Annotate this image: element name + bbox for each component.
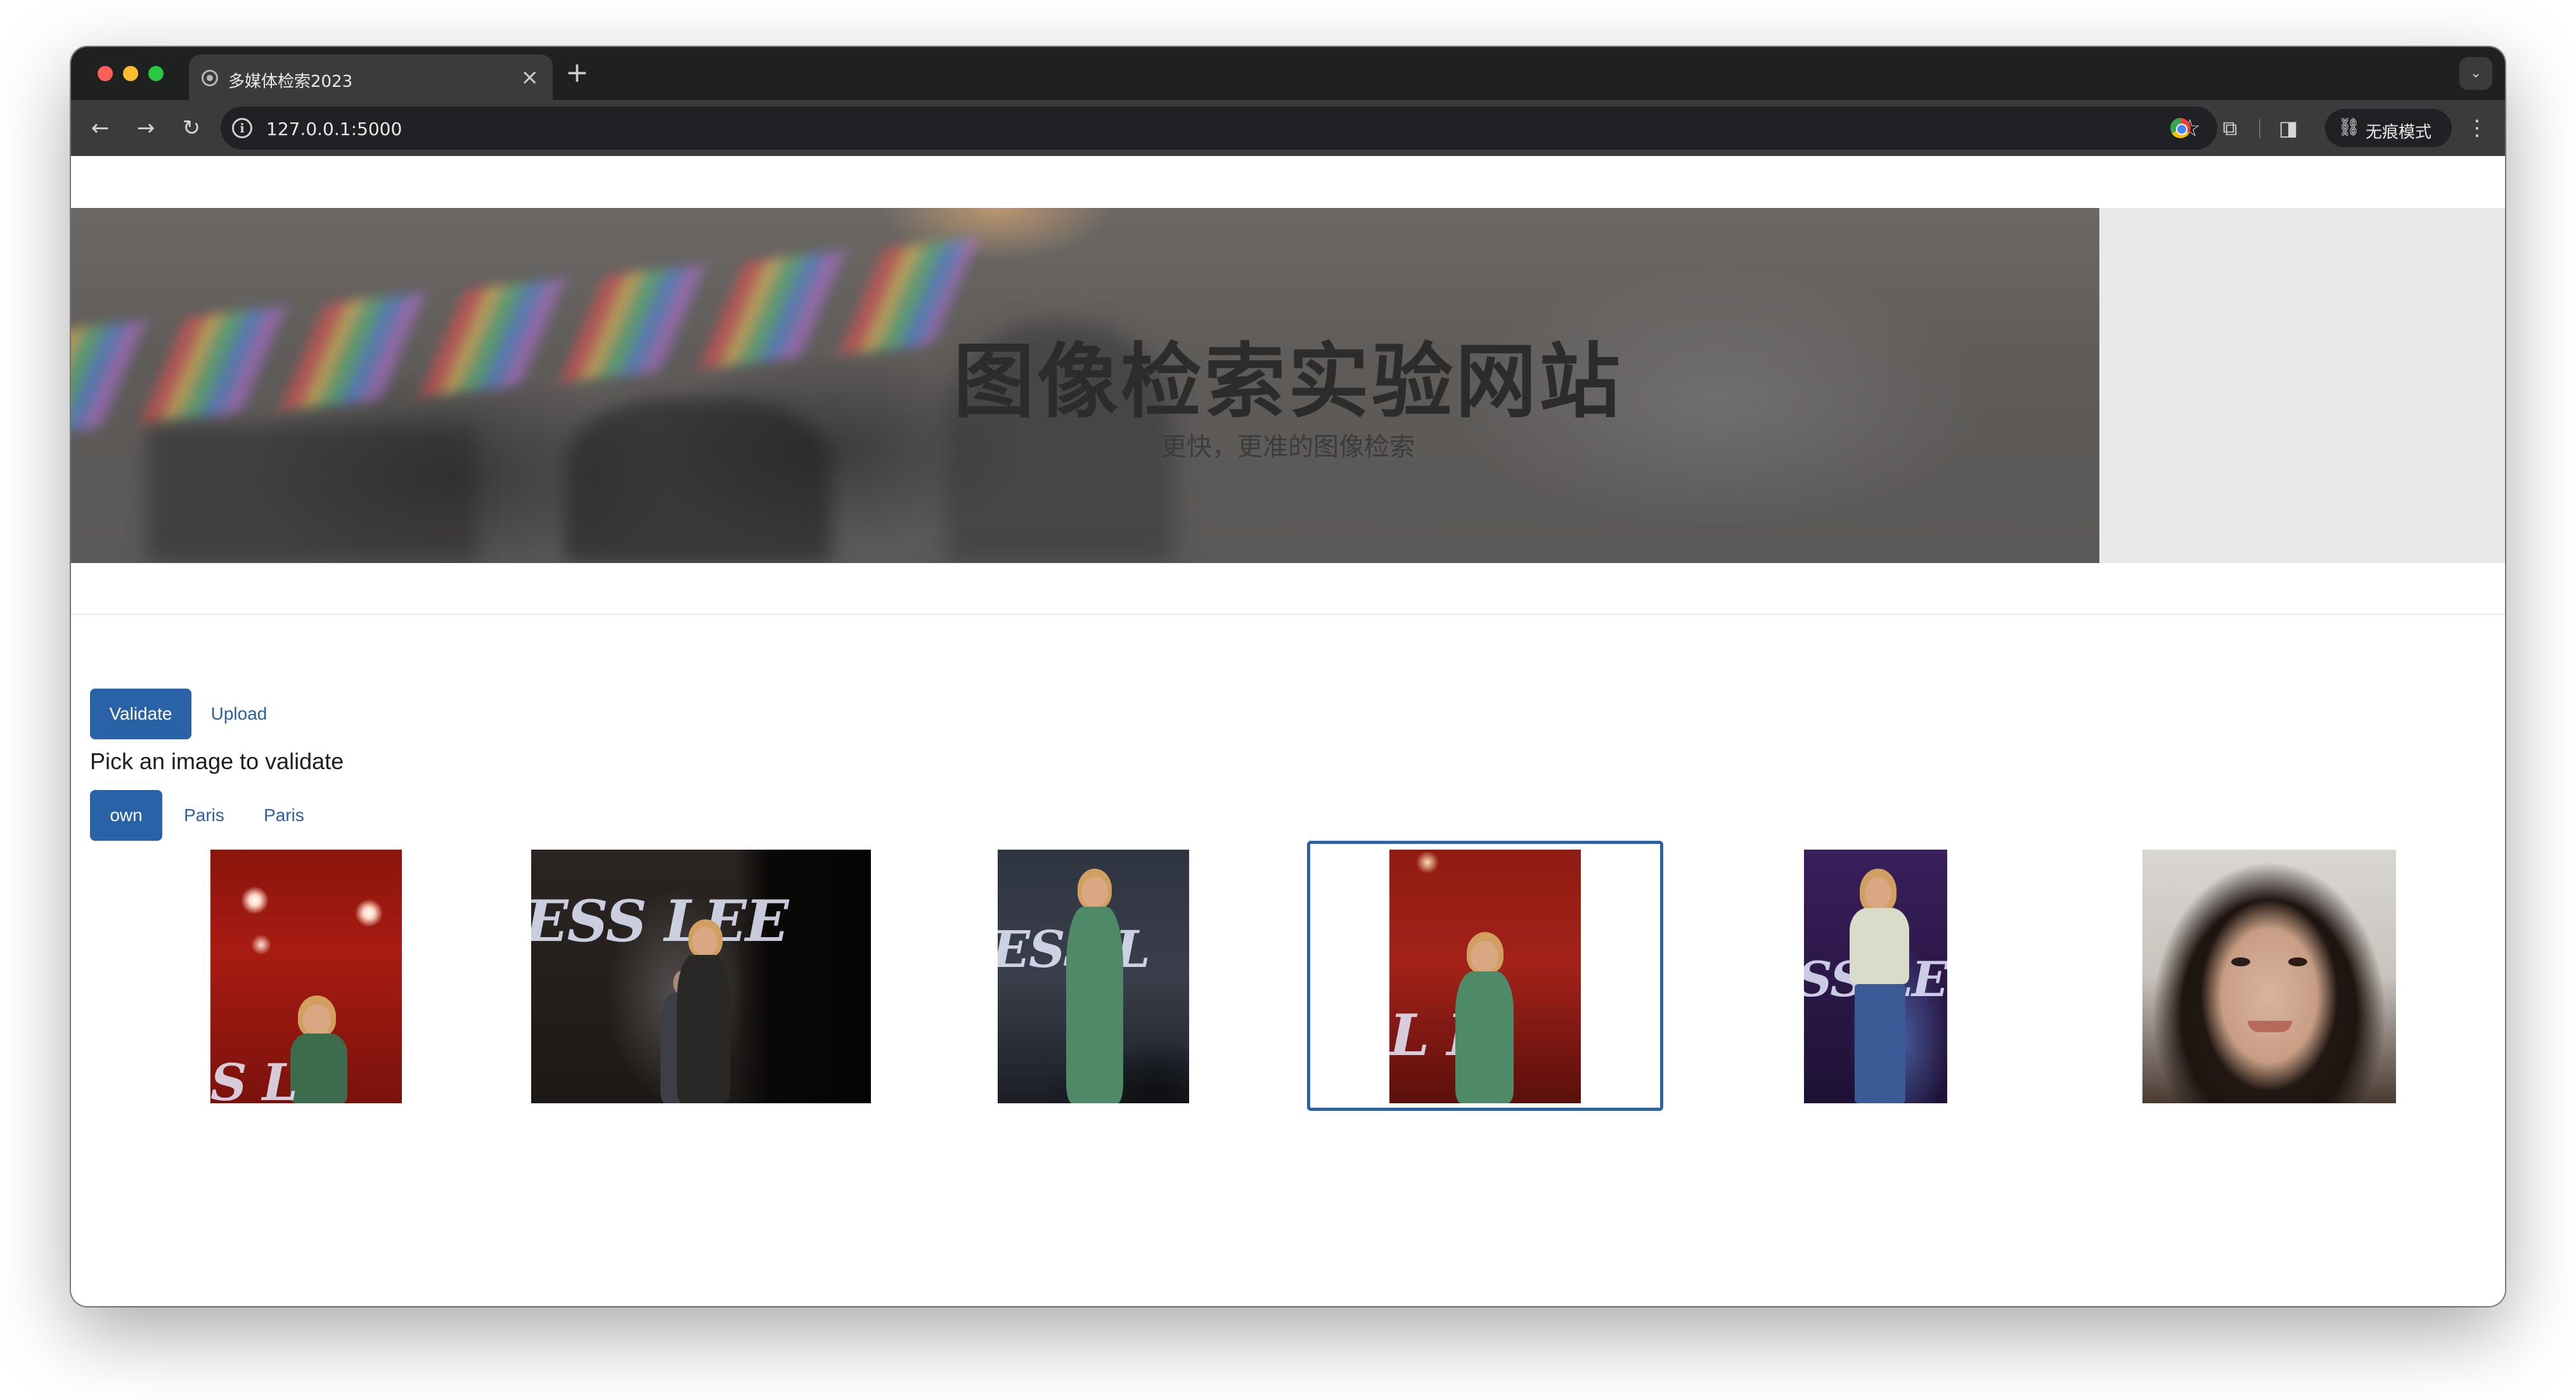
globe-icon (202, 70, 218, 86)
side-panel-icon[interactable]: ◨ (2274, 114, 2302, 142)
close-window-icon[interactable] (98, 66, 113, 81)
singer-figure (1845, 869, 1914, 1103)
image-thumbnail[interactable]: S L (210, 850, 402, 1103)
image-thumbnail-selected[interactable]: L L (1389, 850, 1581, 1103)
reload-icon[interactable]: ↻ (175, 112, 208, 145)
new-tab-icon[interactable]: + (565, 57, 589, 89)
toolbar-divider (2259, 119, 2260, 138)
site-info-icon[interactable]: i (232, 118, 252, 138)
image-thumbnail[interactable]: ESS L (998, 850, 1189, 1103)
kebab-menu-icon[interactable]: ⋮ (2464, 112, 2490, 145)
singer-figure (1446, 932, 1523, 1103)
hero-text: 图像检索实验网站 更快，更准的图像检索 (71, 208, 2505, 563)
hero-banner: 图像检索实验网站 更快，更准的图像检索 (71, 208, 2505, 563)
neon-sign-fragment: ESS LEE (531, 888, 789, 955)
hero-subtitle: 更快，更准的图像检索 (1161, 432, 1415, 462)
forward-arrow-icon[interactable]: → (129, 112, 162, 145)
chrome-labs-icon[interactable] (2170, 118, 2191, 138)
singer-figure (671, 919, 734, 1103)
browser-tab-active[interactable]: 多媒体检索2023 × (189, 55, 553, 100)
section-divider (71, 614, 2505, 615)
browser-toolbar: ← → ↻ i 127.0.0.1:5000 ☆ ⧉ ◨ ⛓ 无痕模式 ⋮ (71, 100, 2505, 156)
puzzle-icon[interactable]: ⧉ (2216, 114, 2244, 142)
url-text[interactable]: 127.0.0.1:5000 (266, 119, 402, 139)
tab-search-icon[interactable]: ⌄ (2459, 57, 2492, 90)
incognito-label: 无痕模式 (2366, 123, 2432, 142)
portrait-figure (2142, 850, 2396, 1103)
browser-window: 多媒体检索2023 × + ⌄ ← → ↻ i 127.0.0.1:5000 ☆… (71, 47, 2505, 1306)
incognito-icon: ⛓ (2338, 117, 2360, 138)
section-title: Pick an image to validate (90, 748, 344, 774)
incognito-badge[interactable]: ⛓ 无痕模式 (2325, 109, 2452, 147)
address-bar[interactable]: i 127.0.0.1:5000 ☆ (221, 107, 2217, 150)
tab-title: 多媒体检索2023 (228, 72, 353, 91)
minimize-window-icon[interactable] (123, 66, 138, 81)
neon-sign-fragment: S L (210, 1053, 298, 1103)
hero-title: 图像检索实验网站 (953, 335, 1623, 429)
page-content: 图像检索实验网站 更快，更准的图像检索 Validate Upload Pick… (71, 156, 2505, 1306)
singer-figure (1059, 869, 1128, 1103)
filter-own[interactable]: own (90, 790, 162, 841)
image-thumbnail[interactable] (2142, 850, 2396, 1103)
tab-close-icon[interactable]: × (521, 65, 539, 90)
tab-strip: 多媒体检索2023 × + ⌄ (71, 47, 2505, 100)
back-arrow-icon[interactable]: ← (84, 112, 117, 145)
tab-validate[interactable]: Validate (90, 689, 191, 739)
maximize-window-icon[interactable] (148, 66, 164, 81)
image-thumbnail[interactable]: ESS LEE (531, 850, 871, 1103)
filter-paris[interactable]: Paris (172, 790, 236, 841)
image-thumbnail[interactable]: SS LE (1804, 850, 1947, 1103)
filter-paris[interactable]: Paris (252, 790, 316, 841)
tab-upload[interactable]: Upload (198, 689, 280, 739)
